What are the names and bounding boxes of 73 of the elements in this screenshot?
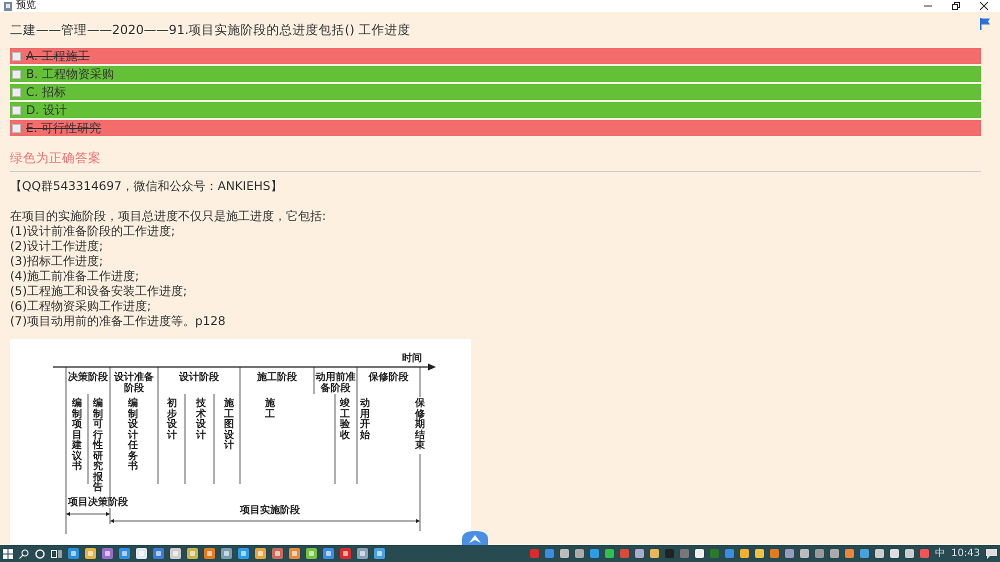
checkbox[interactable]	[12, 106, 21, 114]
app-icon[interactable]	[119, 548, 130, 559]
bird-logo-icon[interactable]	[462, 531, 488, 545]
phase-label: 决策阶段	[67, 372, 109, 383]
task-label: 竣工验收	[340, 399, 350, 441]
window-title: 预览	[16, 0, 36, 12]
app-icon[interactable]	[289, 548, 300, 559]
app-icon[interactable]	[340, 548, 351, 559]
option-label: B. 工程物资采购	[26, 66, 114, 82]
checkbox[interactable]	[12, 70, 21, 78]
app-icon[interactable]	[357, 548, 368, 559]
app-icon[interactable]	[374, 548, 385, 559]
restore-icon	[952, 2, 960, 10]
option-label: E. 可行性研究	[26, 120, 102, 136]
checkbox[interactable]	[12, 52, 21, 60]
app-icon[interactable]	[68, 548, 79, 559]
explanation-line: 在项目的实施阶段，项目总进度不仅只是施工进度，它包括:	[10, 209, 328, 224]
flag-icon[interactable]	[980, 18, 990, 30]
notification-icon[interactable]	[986, 548, 997, 558]
option-label: D. 设计	[26, 102, 67, 118]
task-label: 编制可行性研究报告	[93, 399, 103, 494]
task-label: 编制项目建议书	[72, 399, 82, 472]
explanation-line: (6)工程物资采购工作进度;	[10, 299, 152, 314]
app-icon[interactable]	[153, 548, 164, 559]
input-method-indicator[interactable]: 中	[935, 548, 946, 560]
app-icon[interactable]	[136, 548, 147, 559]
span-label: 项目实施阶段	[240, 505, 300, 516]
phase-label: 设计准备阶段	[112, 372, 155, 394]
explanation-line: (2)设计工作进度;	[10, 239, 104, 254]
explanation-line: (5)工程施工和设备安装工作进度;	[10, 284, 188, 299]
task-label: 保修期结束	[415, 399, 425, 452]
task-view-icon[interactable]	[51, 548, 62, 558]
phase-label: 保修阶段	[367, 372, 410, 383]
phase-label: 施工阶段	[256, 372, 298, 383]
checkbox[interactable]	[12, 88, 21, 96]
search-icon[interactable]	[19, 548, 29, 558]
app-icon	[4, 2, 12, 10]
option-label: A. 工程施工	[26, 48, 90, 64]
explanation-line: (3)招标工作进度;	[10, 254, 104, 269]
app-icon[interactable]	[255, 548, 266, 559]
circle-icon[interactable]	[35, 548, 45, 558]
answer-note: 绿色为正确答案	[10, 150, 102, 166]
axis-label: 时间	[402, 353, 422, 364]
phase-label: 设计阶段	[178, 372, 220, 383]
task-label: 技术设计	[196, 399, 206, 441]
explanation-line: (1)设计前准备阶段的工作进度;	[10, 224, 176, 239]
explanation-line: (7)项目动用前的准备工作进度等。p128	[10, 314, 227, 329]
question-text: 二建——管理——2020——91.项目实施阶段的总进度包括() 工作进度	[10, 22, 412, 38]
app-icon[interactable]	[323, 548, 334, 559]
span-label: 项目决策阶段	[68, 497, 128, 508]
task-label: 施工	[265, 399, 275, 420]
app-icon[interactable]	[238, 548, 249, 559]
task-label: 动用开始	[360, 399, 370, 441]
span-arrow	[66, 512, 110, 516]
app-icon[interactable]	[85, 548, 96, 559]
app-icon[interactable]	[102, 548, 113, 559]
checkbox[interactable]	[12, 124, 21, 132]
task-label: 编制设计任务书	[128, 399, 138, 472]
phase-label: 动用前准备阶段	[315, 372, 356, 394]
app-icon[interactable]	[204, 548, 215, 559]
windows-start-icon[interactable]	[3, 548, 13, 558]
app-icon[interactable]	[170, 548, 181, 559]
option-label: C. 招标	[26, 84, 66, 100]
app-icon[interactable]	[272, 548, 283, 559]
app-icon[interactable]	[221, 548, 232, 559]
app-icon[interactable]	[187, 548, 198, 559]
explanation-line: (4)施工前准备工作进度;	[10, 269, 140, 284]
app-icon[interactable]	[306, 548, 317, 559]
task-label: 施工图设计	[224, 399, 234, 452]
source-text: 【QQ群543314697，微信和公众号：ANKIEHS】	[10, 179, 284, 194]
close-icon	[980, 2, 988, 10]
task-label: 初步设计	[167, 399, 177, 441]
clock-time[interactable]: 10:43	[951, 548, 980, 560]
